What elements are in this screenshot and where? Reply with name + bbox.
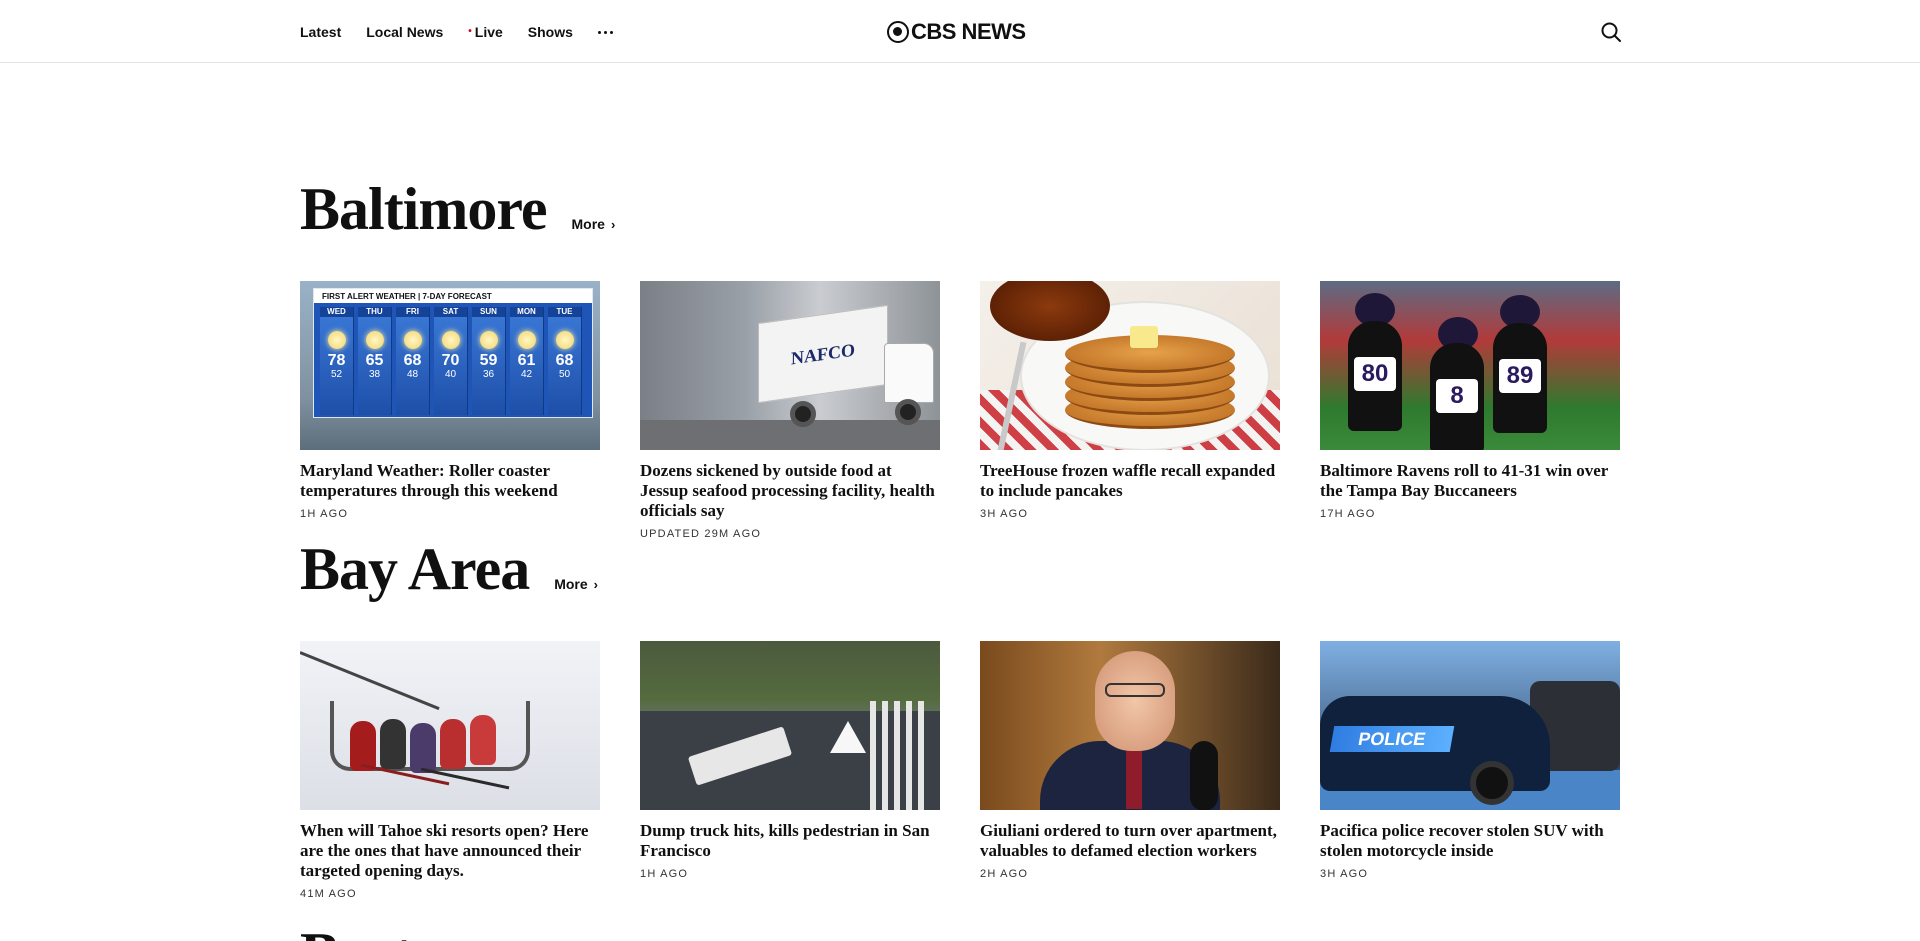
- story-timestamp: 3H AGO: [980, 508, 1029, 520]
- story-headline[interactable]: Dozens sickened by outside food at Jessu…: [640, 461, 940, 521]
- cbs-eye-icon: [887, 21, 909, 43]
- story-card[interactable]: NAFCO Dozens sickened by outside food at…: [640, 281, 940, 540]
- section-title: Baltimore: [300, 176, 547, 242]
- live-indicator-dot: •: [468, 25, 472, 37]
- story-timestamp: 3H AGO: [1320, 868, 1369, 880]
- cbs-news-logo[interactable]: CBS NEWS: [887, 19, 1026, 45]
- story-card[interactable]: 80 8 89 Baltimore Ravens roll to 41-31 w…: [1320, 281, 1620, 540]
- weather-banner: FIRST ALERT WEATHER | 7-DAY FORECAST: [314, 289, 592, 303]
- nav-latest[interactable]: Latest: [300, 24, 341, 40]
- story-timestamp: 1H AGO: [300, 508, 349, 520]
- weather-day: WED 78 52: [320, 307, 354, 415]
- nav-live[interactable]: • Live: [468, 24, 503, 40]
- nav-live-label: Live: [474, 24, 503, 40]
- story-timestamp: UPDATED 29M AGO: [640, 528, 762, 540]
- ravens-player: 89: [1493, 323, 1547, 433]
- section-header-baltimore: Baltimore More ›: [300, 175, 615, 244]
- nav-shows[interactable]: Shows: [528, 24, 573, 40]
- section-more-link[interactable]: More ›: [554, 576, 598, 592]
- ravens-player: 8: [1430, 343, 1484, 450]
- section-header-bay-area: Bay Area More ›: [300, 535, 598, 604]
- story-timestamp: 41M AGO: [300, 888, 357, 900]
- weather-day: MON 61 42: [510, 307, 544, 415]
- story-thumbnail: [640, 641, 940, 810]
- story-headline[interactable]: Maryland Weather: Roller coaster tempera…: [300, 461, 600, 501]
- story-thumbnail: FIRST ALERT WEATHER | 7-DAY FORECAST WED…: [300, 281, 600, 450]
- weather-day: TUE 68 50: [548, 307, 582, 415]
- story-card[interactable]: TreeHouse frozen waffle recall expanded …: [980, 281, 1280, 540]
- top-navigation: Latest Local News • Live Shows CBS NEWS: [0, 0, 1920, 63]
- story-thumbnail: [980, 641, 1280, 810]
- story-thumbnail: POLICE: [1320, 641, 1620, 810]
- story-row-bay-area: When will Tahoe ski resorts open? Here a…: [300, 641, 1620, 900]
- section-title: Bay Area: [300, 536, 530, 602]
- chevron-right-icon: ›: [593, 577, 599, 592]
- story-card[interactable]: When will Tahoe ski resorts open? Here a…: [300, 641, 600, 900]
- story-timestamp: 2H AGO: [980, 868, 1029, 880]
- story-card[interactable]: FIRST ALERT WEATHER | 7-DAY FORECAST WED…: [300, 281, 600, 540]
- primary-nav: Latest Local News • Live Shows: [300, 24, 638, 40]
- story-timestamp: 1H AGO: [640, 868, 689, 880]
- weather-day: THU 65 38: [358, 307, 392, 415]
- story-headline[interactable]: Baltimore Ravens roll to 41-31 win over …: [1320, 461, 1620, 501]
- chevron-right-icon: ›: [610, 217, 616, 232]
- weather-day: FRI 68 48: [396, 307, 430, 415]
- story-headline[interactable]: Giuliani ordered to turn over apartment,…: [980, 821, 1280, 861]
- story-headline[interactable]: When will Tahoe ski resorts open? Here a…: [300, 821, 600, 881]
- story-card[interactable]: POLICE Pacifica police recover stolen SU…: [1320, 641, 1620, 900]
- nav-local-news[interactable]: Local News: [366, 24, 443, 40]
- search-icon[interactable]: [1600, 21, 1622, 43]
- story-thumbnail: NAFCO: [640, 281, 940, 450]
- logo-text: CBS NEWS: [911, 19, 1026, 44]
- story-headline[interactable]: TreeHouse frozen waffle recall expanded …: [980, 461, 1280, 501]
- story-timestamp: 17H AGO: [1320, 508, 1376, 520]
- ravens-player: 80: [1348, 321, 1402, 431]
- story-row-baltimore: FIRST ALERT WEATHER | 7-DAY FORECAST WED…: [300, 281, 1620, 540]
- story-thumbnail: [300, 641, 600, 810]
- weather-forecast-graphic: FIRST ALERT WEATHER | 7-DAY FORECAST WED…: [313, 288, 593, 418]
- weather-day: SUN 59 36: [472, 307, 506, 415]
- story-thumbnail: 80 8 89: [1320, 281, 1620, 450]
- section-more-link[interactable]: More ›: [572, 216, 616, 232]
- story-headline[interactable]: Pacifica police recover stolen SUV with …: [1320, 821, 1620, 861]
- story-thumbnail: [980, 281, 1280, 450]
- story-headline[interactable]: Dump truck hits, kills pedestrian in San…: [640, 821, 940, 861]
- story-card[interactable]: Dump truck hits, kills pedestrian in San…: [640, 641, 940, 900]
- story-card[interactable]: Giuliani ordered to turn over apartment,…: [980, 641, 1280, 900]
- next-section-title-partial: Bost: [300, 924, 413, 941]
- more-dots-icon[interactable]: [597, 25, 613, 40]
- weather-day: SAT 70 40: [434, 307, 468, 415]
- truck-image: NAFCO: [758, 304, 888, 404]
- giuliani-portrait-image: [1095, 651, 1175, 751]
